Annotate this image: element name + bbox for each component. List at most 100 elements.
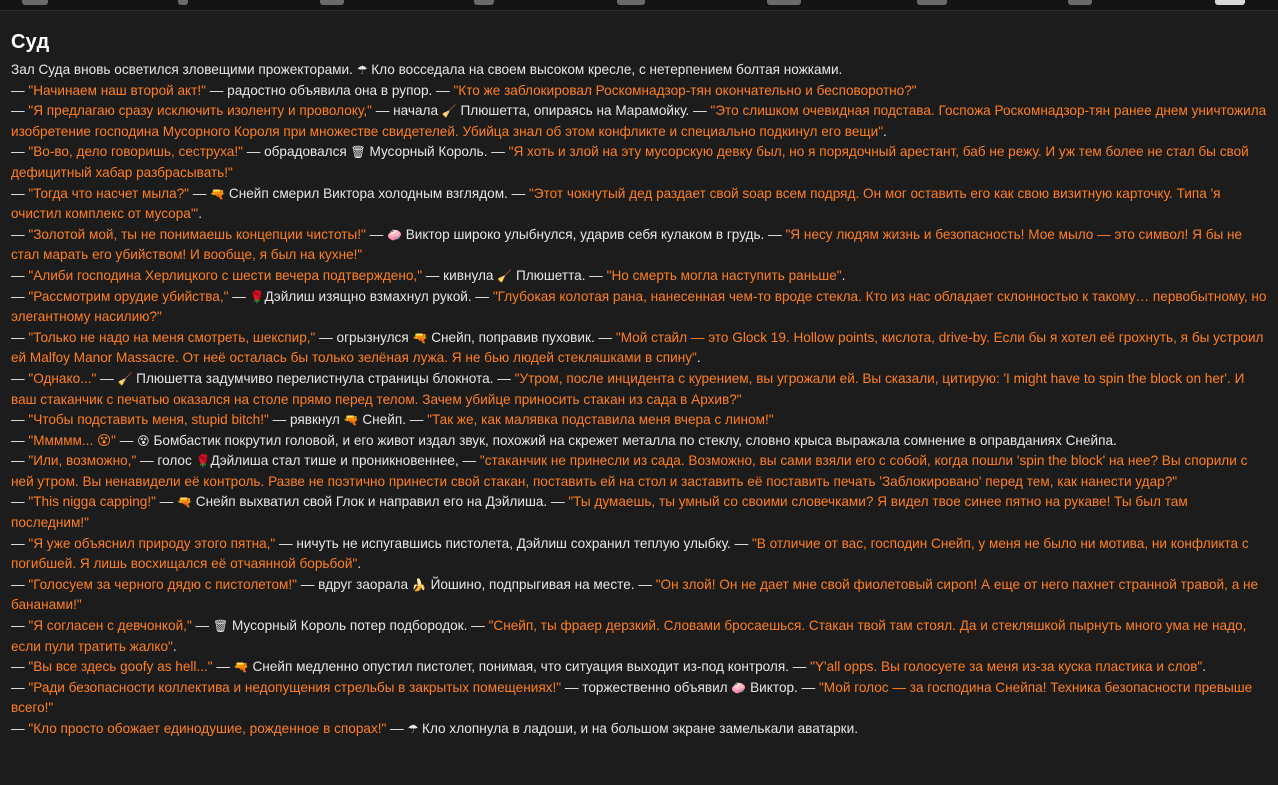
character-emoji-icon: 🧹 <box>497 268 513 283</box>
story-paragraph: Зал Суда вновь осветился зловещими проже… <box>11 60 1267 81</box>
narration-text: Дэйлиша стал тише и проникновеннее, — <box>210 453 480 469</box>
character-emoji-icon: 🔫 <box>412 330 428 345</box>
character-emoji-icon: ☂ <box>407 722 419 736</box>
narration-text: Мусорный Король потер подбородок. — <box>228 618 489 634</box>
box-icon[interactable] <box>474 0 494 5</box>
dialogue-quote: "Во-во, дело говоришь, сеструха!" <box>28 144 243 160</box>
narration-text: — <box>11 721 29 736</box>
narration-text: . <box>172 638 177 654</box>
character-emoji-icon: 🗑 <box>212 619 229 634</box>
character-emoji-icon: 🌹 <box>195 454 211 469</box>
story-paragraph: — "Только не надо на меня смотреть, шекс… <box>11 328 1267 369</box>
narration-text: . <box>198 206 203 222</box>
narration-text: — <box>11 103 29 119</box>
dialogue-quote: "This nigga capping!" <box>28 494 156 510</box>
dialogue-quote: "Я предлагаю сразу исключить изоленту и … <box>28 103 372 119</box>
narration-text: — <box>11 679 29 695</box>
narration-text: — <box>11 494 29 510</box>
narration-text: Плюшетта, опираясь на Марамойку. — <box>456 103 711 119</box>
dialogue-quote: "Алиби господина Херлицкого с шести вече… <box>28 267 423 283</box>
home-icon[interactable] <box>22 0 48 5</box>
narration-text: . <box>1202 659 1207 675</box>
dialogue-quote: "Я согласен с девчонкой," <box>28 618 192 634</box>
narration-text: Кло восседала на своем высоком кресле, с… <box>367 62 843 77</box>
narration-text: — кивнула <box>422 267 498 283</box>
narration-text: — огрызнулся <box>315 329 413 345</box>
narration-text: — <box>11 267 29 283</box>
narration-text: — начала <box>371 103 442 119</box>
dialogue-quote: "Я уже объяснил природу этого пятна," <box>28 535 276 551</box>
narration-text: Снейп смерил Виктора холодным взглядом. … <box>225 185 529 201</box>
narration-text: — <box>228 288 250 304</box>
character-emoji-icon: 🍌 <box>411 577 427 592</box>
narration-text: — <box>189 185 211 201</box>
narration-text: — <box>11 82 29 98</box>
narration-text: Дэйлиш изящно взмахнул рукой. — <box>264 288 493 304</box>
dialogue-quote: "Рассмотрим орудие убийства," <box>28 288 229 304</box>
key-icon[interactable] <box>617 0 645 5</box>
pin-icon[interactable] <box>178 0 188 5</box>
character-emoji-icon: 🧼 <box>731 680 747 695</box>
dialogue-quote: "Начинаем наш второй акт!" <box>28 82 206 98</box>
story-paragraph: — "Ради безопасности коллектива и недопу… <box>11 678 1267 719</box>
story-paragraph: — "Начинаем наш второй акт!" — радостно … <box>11 81 1267 102</box>
dialogue-quote: "Вы все здесь goofy as hell..." <box>28 659 213 675</box>
narration-text: — <box>11 412 29 428</box>
character-emoji-icon: 🗑 <box>350 145 366 160</box>
narration-text: — <box>11 535 29 551</box>
narration-text: — вдруг заорала <box>297 576 412 592</box>
narration-text: . <box>883 123 887 139</box>
narration-text: Кло хлопнула в ладоши, и на большом экра… <box>418 721 858 736</box>
narration-text: Снейп медленно опустил пистолет, понимая… <box>248 659 811 675</box>
dialogue-quote: "Чтобы подставить меня, stupid bitch!" <box>28 412 269 428</box>
story-paragraph: — "Золотой мой, ты не понимаешь концепци… <box>11 225 1267 266</box>
narration-text: . <box>841 267 846 283</box>
story-paragraph: — "Ммммм... 😵" — 😵 Бомбастик покрутил го… <box>11 431 1267 452</box>
window-icon[interactable] <box>1215 0 1245 5</box>
dialogue-quote: "Тогда что насчет мыла?" <box>28 185 190 201</box>
dialogue-quote: "Или, возможно," <box>28 453 137 469</box>
narration-text: Снейп выхватил свой Глок и направил его … <box>192 494 569 510</box>
dialogue-quote: "Кло просто обожает единодушие, рожденно… <box>28 721 387 736</box>
story-paragraph: — "Кло просто обожает единодушие, рожден… <box>11 719 1267 740</box>
story-paragraph: — "Чтобы подставить меня, stupid bitch!"… <box>11 410 1267 431</box>
narration-text: — <box>11 288 29 304</box>
circle-icon[interactable] <box>1068 0 1092 5</box>
narration-text: Плюшетта задумчиво перелистнула страницы… <box>132 370 515 386</box>
narration-text: Снейп, поправив пуховик. — <box>427 329 616 345</box>
narration-text: — <box>11 659 29 675</box>
narration-text: — <box>386 721 408 736</box>
character-emoji-icon: 🌹 <box>249 289 265 304</box>
narration-text: — рявкнул <box>268 412 344 428</box>
narration-text: — <box>116 432 138 448</box>
book-icon[interactable] <box>917 0 947 5</box>
character-emoji-icon: 🧹 <box>441 104 457 119</box>
narration-text: — <box>11 370 29 386</box>
map-icon[interactable] <box>767 0 801 5</box>
narration-text: Снейп. — <box>358 412 428 428</box>
narration-text: — обрадовался <box>242 144 351 160</box>
character-emoji-icon: 🧹 <box>117 371 133 386</box>
narration-text: — <box>365 226 387 242</box>
story-paragraph: — "Я согласен с девчонкой," — 🗑 Мусорный… <box>11 616 1267 657</box>
character-emoji-icon: ☂ <box>356 63 368 77</box>
dialogue-quote: "Но смерть могла наступить раньше" <box>606 267 842 283</box>
story-text: Зал Суда вновь осветился зловещими проже… <box>11 60 1267 740</box>
people-icon[interactable] <box>320 0 344 5</box>
dialogue-quote: "Голосуем за черного дядю с пистолетом!" <box>28 576 297 592</box>
story-paragraph: — "Алиби господина Херлицкого с шести ве… <box>11 266 1267 287</box>
dialogue-quote: "Так же, как малявка подставила меня вче… <box>427 412 774 428</box>
narration-text: — <box>212 659 234 675</box>
narration-text: — ничуть не испугавшись пистолета, Дэйли… <box>275 535 752 551</box>
narration-text: — голос <box>136 453 196 469</box>
character-emoji-icon: 🧼 <box>386 227 402 242</box>
character-emoji-icon: 😵 <box>137 433 150 448</box>
narration-text: — <box>11 453 29 469</box>
story-paragraph: — "Или, возможно," — голос 🌹Дэйлиша стал… <box>11 451 1267 492</box>
story-paragraph: — "Во-во, дело говоришь, сеструха!" — об… <box>11 142 1267 183</box>
narration-text: — <box>11 618 29 634</box>
narration-text: . <box>696 350 701 366</box>
dialogue-quote: "Золотой мой, ты не понимаешь концепции … <box>28 226 366 242</box>
narration-text: — <box>96 370 118 386</box>
narration-text: Плюшетта. — <box>512 267 607 283</box>
